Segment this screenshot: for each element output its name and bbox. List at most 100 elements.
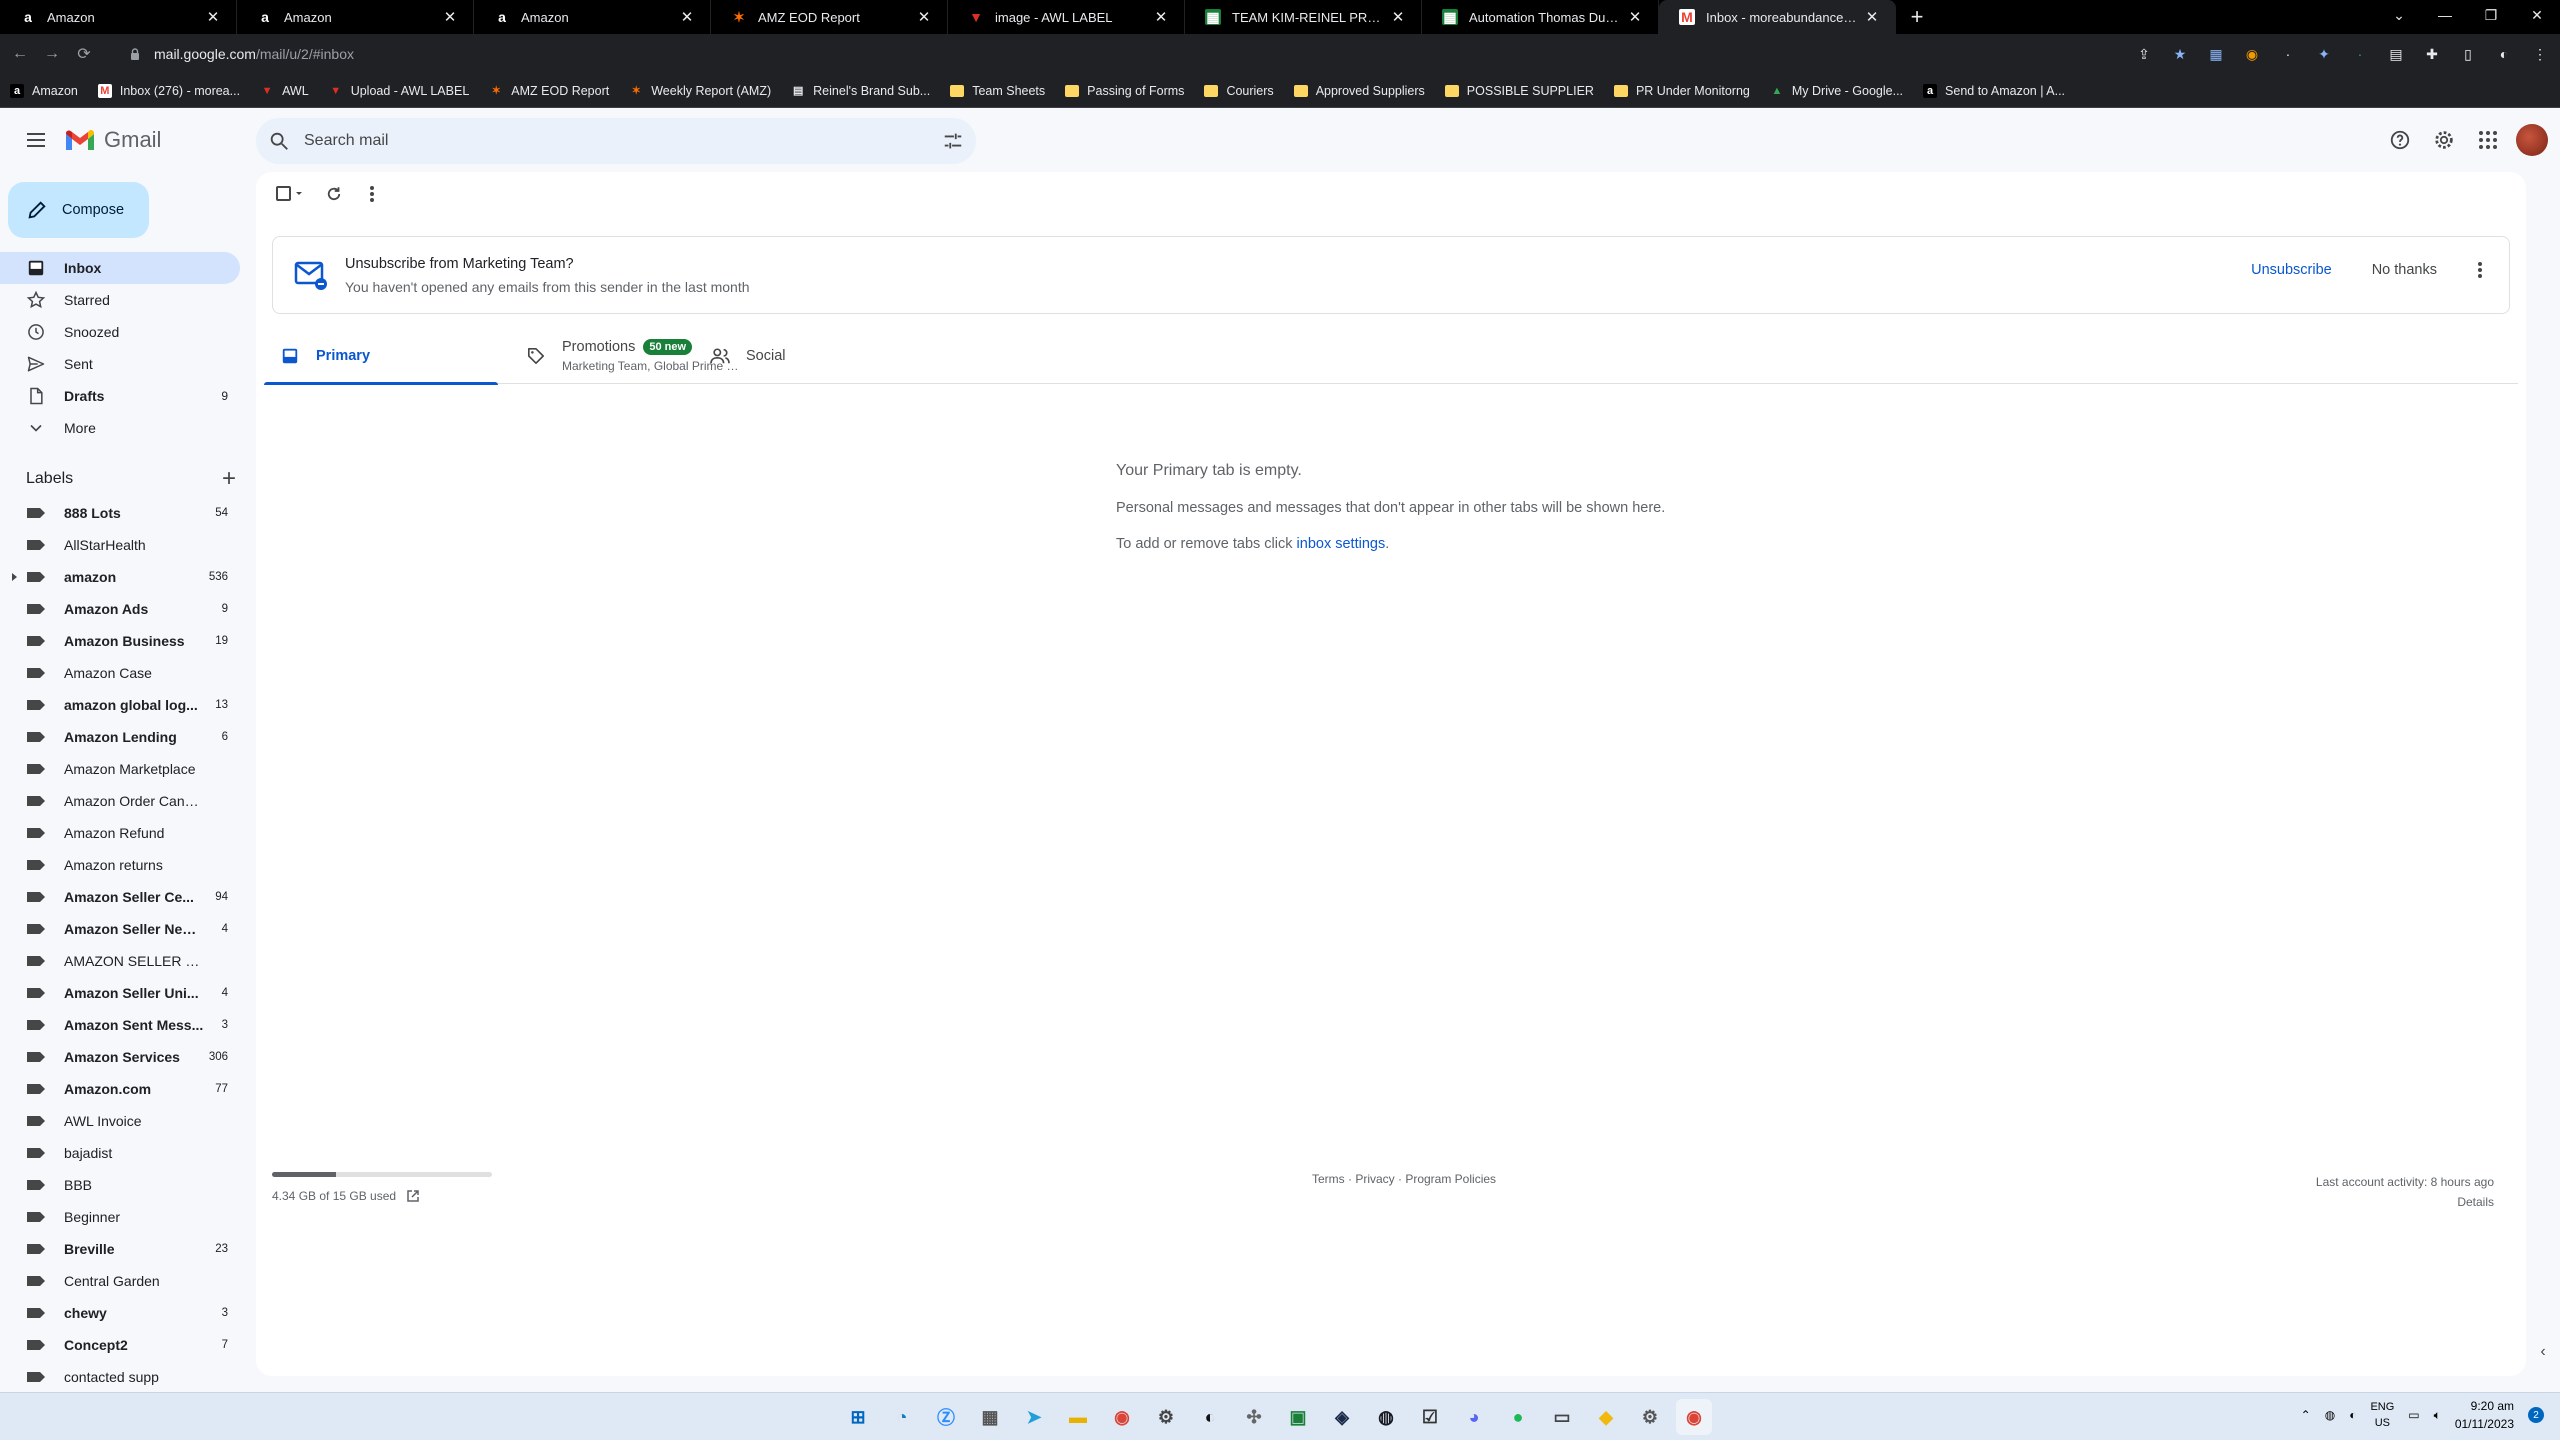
browser-tab[interactable]: ✶ AMZ EOD Report ✕ xyxy=(711,0,948,34)
label-item[interactable]: contacted supp xyxy=(0,1361,240,1393)
close-tab-icon[interactable]: ✕ xyxy=(204,8,222,26)
unsubscribe-button[interactable]: Unsubscribe xyxy=(2251,262,2332,278)
volume-icon[interactable]: 🔈︎ xyxy=(2434,1408,2441,1423)
apps-grid-icon[interactable] xyxy=(2468,120,2508,160)
app-icon[interactable]: ⚙ xyxy=(1632,1399,1668,1435)
sidebar-item-inbox[interactable]: Inbox xyxy=(0,252,240,284)
bookmark-item[interactable]: Team Sheets xyxy=(950,84,1045,98)
steam-icon[interactable]: ◍ xyxy=(1368,1399,1404,1435)
label-item[interactable]: Amazon Ads 9 xyxy=(0,593,240,625)
extension-icon[interactable]: · xyxy=(2276,42,2300,66)
label-item[interactable]: Amazon.com 77 xyxy=(0,1073,240,1105)
new-tab-button[interactable]: + xyxy=(1902,2,1932,32)
forward-button[interactable]: → xyxy=(40,42,64,66)
main-menu-icon[interactable] xyxy=(12,116,60,164)
close-tab-icon[interactable]: ✕ xyxy=(915,8,933,26)
bookmark-item[interactable]: ✶ Weekly Report (AMZ) xyxy=(629,84,772,98)
label-item[interactable]: Breville 23 xyxy=(0,1233,240,1265)
extension-icon[interactable]: ✦ xyxy=(2312,42,2336,66)
minimize-button[interactable]: — xyxy=(2422,0,2468,30)
no-thanks-button[interactable]: No thanks xyxy=(2372,262,2437,278)
browser-tab[interactable]: M Inbox - moreabundance7@gmail ✕ xyxy=(1659,0,1896,34)
sidebar-item-drafts[interactable]: Drafts 9 xyxy=(0,380,240,412)
tab-primary[interactable]: Primary xyxy=(264,328,498,385)
refresh-icon[interactable] xyxy=(322,182,346,206)
help-icon[interactable] xyxy=(2380,120,2420,160)
label-item[interactable]: Amazon Lending 6 xyxy=(0,721,240,753)
extension-icon[interactable]: · xyxy=(2348,42,2372,66)
windows-start-icon[interactable]: ⊞ xyxy=(840,1399,876,1435)
label-item[interactable]: bajadist xyxy=(0,1137,240,1169)
calculator-icon[interactable]: ▦ xyxy=(972,1399,1008,1435)
sidebar-item-snoozed[interactable]: Snoozed xyxy=(0,316,240,348)
label-item[interactable]: Beginner xyxy=(0,1201,240,1233)
bookmark-item[interactable]: M Inbox (276) - morea... xyxy=(97,83,240,98)
bookmark-item[interactable]: a Amazon xyxy=(10,83,78,98)
browser-tab[interactable]: ▦ Automation Thomas Dubois Mo ✕ xyxy=(1422,0,1659,34)
extension-icon[interactable]: ▦ xyxy=(2204,42,2228,66)
bookmark-item[interactable]: a Send to Amazon | A... xyxy=(1923,83,2065,98)
bookmark-item[interactable]: ▼ AWL xyxy=(260,84,309,98)
app-icon[interactable]: ☑ xyxy=(1412,1399,1448,1435)
app-icon[interactable]: ◐ xyxy=(1192,1399,1228,1435)
tab-social[interactable]: Social xyxy=(694,328,928,384)
bookmark-item[interactable]: PR Under Monitorng xyxy=(1613,84,1750,98)
close-tab-icon[interactable]: ✕ xyxy=(1389,8,1407,26)
label-item[interactable]: Amazon Sent Mess... 3 xyxy=(0,1009,240,1041)
address-bar[interactable]: mail.google.com/mail/u/2/#inbox xyxy=(114,38,2424,70)
browser-tab[interactable]: ▦ TEAM KIM-REINEL PROFIT SHEET ✕ xyxy=(1185,0,1422,34)
file-explorer-icon[interactable]: ▬ xyxy=(1060,1399,1096,1435)
bookmark-item[interactable]: ▼ Upload - AWL LABEL xyxy=(329,84,469,98)
label-item[interactable]: chewy 3 xyxy=(0,1297,240,1329)
label-item[interactable]: Amazon Business 19 xyxy=(0,625,240,657)
label-item[interactable]: amazon global log... 13 xyxy=(0,689,240,721)
bookmark-item[interactable]: Couriers xyxy=(1204,84,1274,98)
label-item[interactable]: Amazon Marketplace xyxy=(0,753,240,785)
search-input[interactable] xyxy=(304,132,942,150)
discord-icon[interactable]: ◕ xyxy=(1456,1399,1492,1435)
add-label-icon[interactable]: + xyxy=(222,467,236,491)
label-item[interactable]: Amazon returns xyxy=(0,849,240,881)
clock[interactable]: 9:20 am 01/11/2023 xyxy=(2455,1397,2514,1433)
browser-tab[interactable]: a Amazon ✕ xyxy=(237,0,474,34)
label-item[interactable]: AWL Invoice xyxy=(0,1105,240,1137)
chrome-icon[interactable]: ◉ xyxy=(1104,1399,1140,1435)
tray-app-icon[interactable]: ◐ xyxy=(2349,1408,2356,1422)
zoom-icon[interactable]: Ⓩ xyxy=(928,1399,964,1435)
back-button[interactable]: ← xyxy=(8,42,32,66)
spotify-icon[interactable]: ● xyxy=(1500,1399,1536,1435)
tab-search-icon[interactable]: ⌄ xyxy=(2376,0,2422,30)
telegram-icon[interactable]: ➤ xyxy=(1016,1399,1052,1435)
label-item[interactable]: 888 Lots 54 xyxy=(0,497,240,529)
label-item[interactable]: Amazon Seller New... 4 xyxy=(0,913,240,945)
binance-icon[interactable]: ◆ xyxy=(1588,1399,1624,1435)
gmail-logo[interactable]: Gmail xyxy=(64,127,161,153)
account-avatar[interactable] xyxy=(2516,124,2548,156)
label-item[interactable]: AllStarHealth xyxy=(0,529,240,561)
share-icon[interactable]: ⇪ xyxy=(2132,42,2156,66)
select-checkbox[interactable] xyxy=(272,182,308,206)
profile-icon[interactable]: ◐ xyxy=(2492,42,2516,66)
settings-gear-icon[interactable] xyxy=(2424,120,2464,160)
chrome-active-icon[interactable]: ◉ xyxy=(1676,1399,1712,1435)
side-panel-icon[interactable]: ▯ xyxy=(2456,42,2480,66)
inbox-settings-link[interactable]: inbox settings xyxy=(1297,536,1386,552)
label-item[interactable]: Amazon Services 306 xyxy=(0,1041,240,1073)
footer-links[interactable]: Terms · Privacy · Program Policies xyxy=(1312,1172,1496,1186)
search-options-icon[interactable] xyxy=(942,130,964,152)
bookmark-star-icon[interactable]: ★ xyxy=(2168,42,2192,66)
label-item[interactable]: Amazon Seller Uni... 4 xyxy=(0,977,240,1009)
tray-overflow-icon[interactable]: ⌃ xyxy=(2301,1408,2311,1422)
label-item[interactable]: BBB xyxy=(0,1169,240,1201)
network-icon[interactable]: ▭ xyxy=(2408,1408,2419,1422)
open-storage-icon[interactable] xyxy=(406,1189,420,1203)
close-tab-icon[interactable]: ✕ xyxy=(1863,8,1881,26)
close-tab-icon[interactable]: ✕ xyxy=(1152,8,1170,26)
label-item[interactable]: AMAZON SELLER SUPP... xyxy=(0,945,240,977)
close-tab-icon[interactable]: ✕ xyxy=(678,8,696,26)
label-item[interactable]: Amazon Seller Ce... 94 xyxy=(0,881,240,913)
close-tab-icon[interactable]: ✕ xyxy=(1626,8,1644,26)
sidebar-item-more[interactable]: More xyxy=(0,412,240,444)
more-options-icon[interactable] xyxy=(360,182,384,206)
extensions-puzzle-icon[interactable]: ✚ xyxy=(2420,42,2444,66)
